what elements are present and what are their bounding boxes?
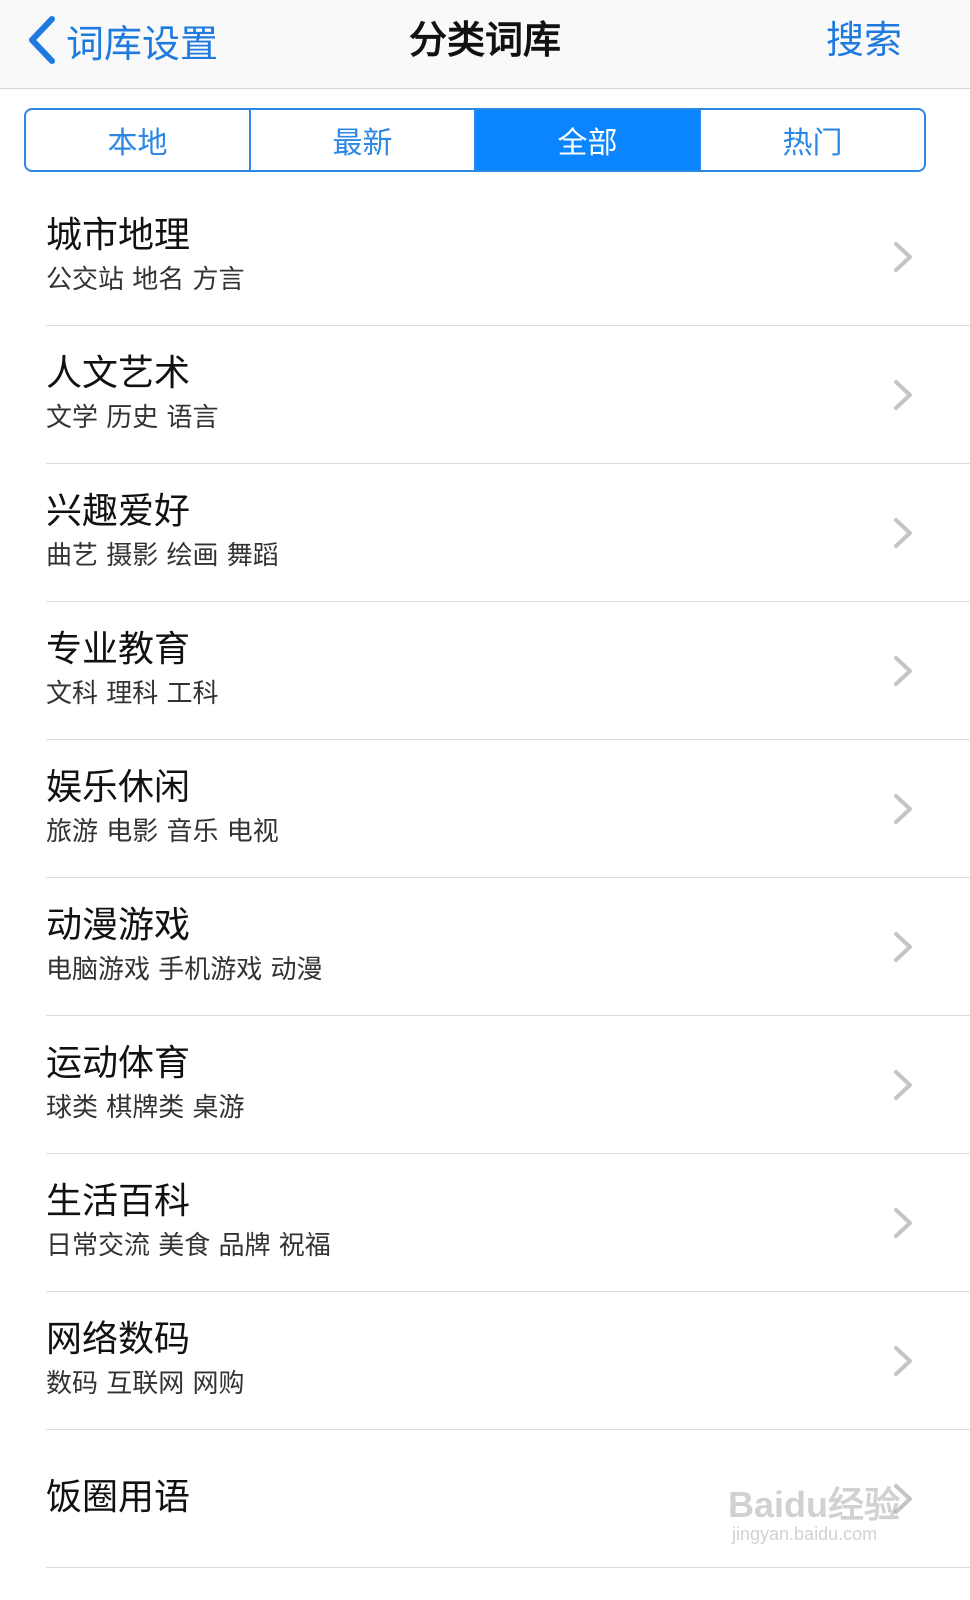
item-title: 兴趣爱好 — [46, 491, 191, 532]
item-subtitle: 曲艺 摄影 绘画 舞蹈 — [46, 541, 279, 571]
chevron-right-icon — [894, 518, 912, 548]
navigation-bar: 词库设置 分类词库 搜索 — [0, 0, 970, 89]
list-item[interactable]: 饭圈用语 — [0, 1430, 970, 1568]
item-subtitle: 日常交流 美食 品牌 祝福 — [46, 1231, 331, 1261]
list-item[interactable]: 城市地理 公交站 地名 方言 — [0, 188, 970, 326]
item-subtitle: 电脑游戏 手机游戏 动漫 — [46, 955, 323, 985]
chevron-right-icon — [894, 1484, 912, 1514]
chevron-right-icon — [894, 1346, 912, 1376]
chevron-right-icon — [894, 242, 912, 272]
list-item[interactable]: 网络数码 数码 互联网 网购 — [0, 1292, 970, 1430]
list-item[interactable]: 运动体育 球类 棋牌类 桌游 — [0, 1016, 970, 1154]
item-title: 网络数码 — [46, 1319, 191, 1360]
item-title: 专业教育 — [46, 629, 191, 670]
tab-hot[interactable]: 热门 — [701, 110, 924, 170]
item-title: 生活百科 — [46, 1181, 191, 1222]
item-title: 城市地理 — [46, 215, 191, 256]
list-item[interactable]: 人文艺术 文学 历史 语言 — [0, 326, 970, 464]
list-item[interactable]: 生活百科 日常交流 美食 品牌 祝福 — [0, 1154, 970, 1292]
category-list: 城市地理 公交站 地名 方言 人文艺术 文学 历史 语言 兴趣爱好 曲艺 摄影 … — [0, 188, 970, 1568]
item-subtitle: 公交站 地名 方言 — [46, 265, 245, 295]
chevron-right-icon — [894, 1208, 912, 1238]
search-button[interactable]: 搜索 — [826, 12, 902, 68]
chevron-right-icon — [894, 1070, 912, 1100]
chevron-right-icon — [894, 656, 912, 686]
tab-all[interactable]: 全部 — [476, 110, 701, 170]
item-subtitle: 文科 理科 工科 — [46, 679, 219, 709]
item-title: 动漫游戏 — [46, 905, 191, 946]
list-item[interactable]: 兴趣爱好 曲艺 摄影 绘画 舞蹈 — [0, 464, 970, 602]
item-title: 运动体育 — [46, 1043, 191, 1084]
chevron-right-icon — [894, 380, 912, 410]
list-item[interactable]: 专业教育 文科 理科 工科 — [0, 602, 970, 740]
chevron-right-icon — [894, 932, 912, 962]
tab-local[interactable]: 本地 — [26, 110, 251, 170]
page-title: 分类词库 — [408, 18, 561, 62]
item-title: 饭圈用语 — [46, 1477, 191, 1518]
item-title: 人文艺术 — [46, 353, 191, 394]
tab-latest[interactable]: 最新 — [251, 110, 476, 170]
chevron-right-icon — [894, 794, 912, 824]
item-subtitle: 球类 棋牌类 桌游 — [46, 1093, 245, 1123]
item-title: 娱乐休闲 — [46, 767, 191, 808]
item-subtitle: 文学 历史 语言 — [46, 403, 219, 433]
item-subtitle: 数码 互联网 网购 — [46, 1369, 245, 1399]
segmented-tabs: 本地 最新 全部 热门 — [24, 108, 926, 172]
item-subtitle: 旅游 电影 音乐 电视 — [46, 817, 279, 847]
list-item[interactable]: 动漫游戏 电脑游戏 手机游戏 动漫 — [0, 878, 970, 1016]
list-item[interactable]: 娱乐休闲 旅游 电影 音乐 电视 — [0, 740, 970, 878]
